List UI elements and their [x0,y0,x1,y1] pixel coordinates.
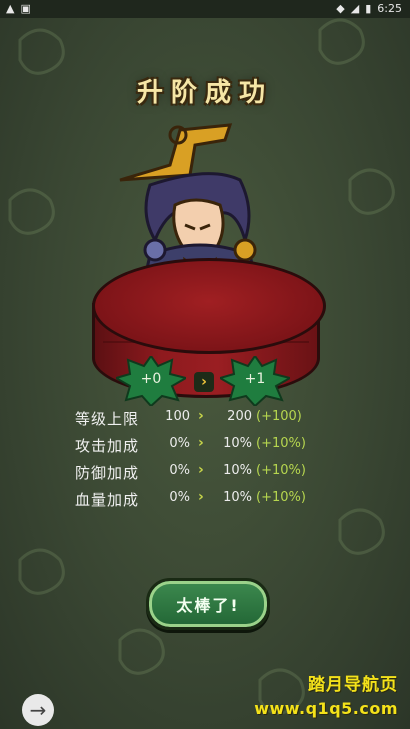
warning-icon: ▲ [6,2,15,15]
stat-row: 等级上限 100 › 200 (+100) [0,406,410,430]
chevron-right-icon: › [198,489,204,505]
stat-delta: (+10%) [256,490,306,505]
stat-label: 攻击加成 [75,437,140,455]
image-icon: ▣ [20,2,31,15]
status-bar: ▲ ▣ ◆ ◢ ▮ 6:25 [0,0,410,18]
battery-icon: ▮ [365,2,372,15]
stat-row: 攻击加成 0% › 10% (+10%) [0,433,410,457]
stat-delta: (+100) [256,409,302,424]
chevron-right-icon: › [198,462,204,478]
rank-to-badge: +1 [220,356,290,406]
arrow-right-icon: → [29,698,47,722]
screen-title: 升阶成功 [136,78,273,108]
stat-label: 等级上限 [75,410,140,428]
watermark: 踏月导航页 www.q1q5.com [254,670,398,718]
signal-icon: ◢ [350,2,360,15]
stat-delta: (+10%) [256,463,306,478]
stat-label: 血量加成 [75,491,140,509]
stat-from: 0% [169,463,190,478]
rank-to: +1 [244,371,266,387]
stat-to: 10% [223,490,252,505]
stat-from: 0% [169,436,190,451]
chevron-right-icon: › [198,435,204,451]
clock: 6:25 [377,2,402,15]
watermark-url: www.q1q5.com [254,699,398,718]
stat-from: 100 [165,409,190,424]
wifi-icon: ◆ [336,2,345,15]
confirm-button[interactable]: 太棒了! [146,578,270,630]
back-button[interactable]: → [22,694,54,726]
chevron-right-icon: › [198,408,204,424]
arrow-right-icon: › [194,372,214,392]
rank-from-badge: +0 [116,356,186,406]
pedestal-top [92,258,326,354]
stat-label: 防御加成 [75,464,140,482]
watermark-title: 踏月导航页 [308,675,398,695]
stat-to: 200 [227,409,252,424]
stat-to: 10% [223,463,252,478]
stat-to: 10% [223,436,252,451]
stat-delta: (+10%) [256,436,306,451]
stat-from: 0% [169,490,190,505]
stat-row: 防御加成 0% › 10% (+10%) [0,460,410,484]
rank-from: +0 [140,371,162,387]
stat-row: 血量加成 0% › 10% (+10%) [0,487,410,511]
